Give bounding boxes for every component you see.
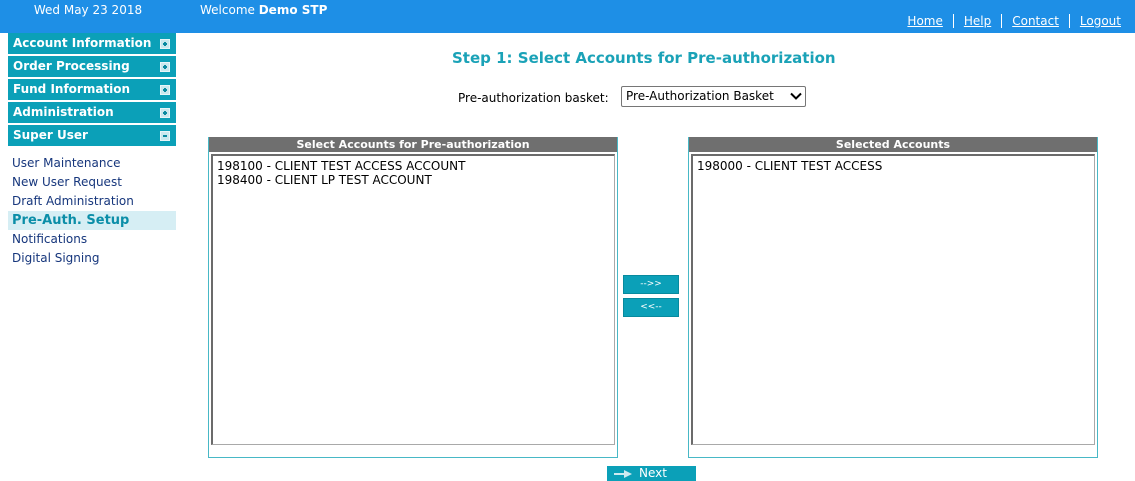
nav-section-administration[interactable]: Administration (8, 102, 176, 123)
nav-item-notifications[interactable]: Notifications (8, 230, 176, 249)
list-item[interactable]: 198000 - CLIENT TEST ACCESS (697, 159, 1090, 173)
super-user-submenu: User Maintenance New User Request Draft … (8, 154, 176, 268)
nav-item-draft-administration[interactable]: Draft Administration (8, 192, 176, 211)
remove-account-button[interactable]: <<-- (623, 298, 679, 317)
nav-item-digital-signing[interactable]: Digital Signing (8, 249, 176, 268)
home-link[interactable]: Home (897, 14, 952, 28)
available-accounts-header: Select Accounts for Pre-authorization (209, 137, 617, 152)
welcome-prefix: Welcome (200, 3, 255, 17)
nav-section-fund-information[interactable]: Fund Information (8, 79, 176, 100)
nav-section-label: Super User (13, 128, 88, 142)
available-accounts-list[interactable]: 198100 - CLIENT TEST ACCESS ACCOUNT 1984… (211, 154, 615, 445)
nav-section-label: Account Information (13, 36, 152, 50)
top-links: Home Help Contact Logout (897, 14, 1131, 28)
logout-link[interactable]: Logout (1070, 14, 1131, 28)
next-button[interactable]: Next (607, 466, 696, 481)
expand-plus-icon[interactable] (160, 62, 170, 72)
chevron-down-icon (790, 89, 802, 108)
sidebar-nav: Account Information Order Processing Fun… (8, 33, 176, 268)
nav-section-order-processing[interactable]: Order Processing (8, 56, 176, 77)
user-name: Demo STP (258, 3, 328, 17)
nav-section-super-user[interactable]: Super User (8, 125, 176, 146)
nav-section-label: Fund Information (13, 82, 131, 96)
add-account-button[interactable]: -->> (623, 275, 679, 294)
selected-accounts-panel: Selected Accounts 198000 - CLIENT TEST A… (688, 137, 1098, 458)
top-bar: Wed May 23 2018 Welcome Demo STP Home He… (0, 0, 1135, 33)
welcome-message: Welcome Demo STP (200, 0, 327, 20)
current-date: Wed May 23 2018 (33, 3, 143, 17)
collapse-minus-icon[interactable] (160, 131, 170, 141)
nav-section-label: Administration (13, 105, 114, 119)
selected-accounts-list[interactable]: 198000 - CLIENT TEST ACCESS (691, 154, 1095, 445)
basket-selected-value: Pre-Authorization Basket (626, 89, 774, 103)
arrow-right-icon (614, 470, 632, 478)
basket-select[interactable]: Pre-Authorization Basket (621, 86, 806, 107)
expand-plus-icon[interactable] (160, 108, 170, 118)
nav-item-pre-auth-setup[interactable]: Pre-Auth. Setup (8, 211, 176, 230)
help-link[interactable]: Help (954, 14, 1001, 28)
list-item[interactable]: 198100 - CLIENT TEST ACCESS ACCOUNT (217, 159, 610, 173)
list-item[interactable]: 198400 - CLIENT LP TEST ACCOUNT (217, 173, 610, 187)
contact-link[interactable]: Contact (1002, 14, 1069, 28)
expand-plus-icon[interactable] (160, 39, 170, 49)
selected-accounts-header: Selected Accounts (689, 137, 1097, 152)
available-accounts-panel: Select Accounts for Pre-authorization 19… (208, 137, 618, 458)
nav-section-account-information[interactable]: Account Information (8, 33, 176, 54)
page-title: Step 1: Select Accounts for Pre-authoriz… (452, 49, 836, 67)
nav-section-label: Order Processing (13, 59, 130, 73)
nav-item-new-user-request[interactable]: New User Request (8, 173, 176, 192)
next-label: Next (639, 466, 667, 480)
basket-label: Pre-authorization basket: (458, 91, 609, 105)
expand-plus-icon[interactable] (160, 85, 170, 95)
nav-item-user-maintenance[interactable]: User Maintenance (8, 154, 176, 173)
